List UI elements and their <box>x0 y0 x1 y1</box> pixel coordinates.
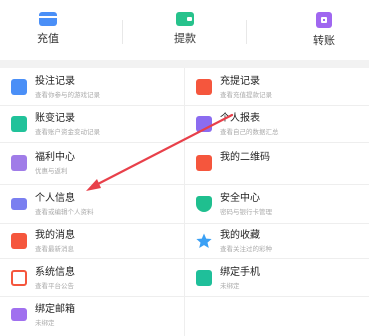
phone-icon <box>196 270 212 286</box>
menu-item-subtitle: 优惠与返利 <box>35 167 68 175</box>
menu-item-title: 个人报表 <box>220 113 260 124</box>
calendar-record-icon <box>196 79 212 95</box>
qrcode-icon <box>196 155 212 171</box>
menu-item-my-qrcode[interactable]: 我的二维码 <box>185 146 369 183</box>
menu-item-subtitle: 查看充值提款记录 <box>220 91 272 99</box>
menu-item-title: 系统信息 <box>35 267 75 278</box>
divider <box>122 20 123 44</box>
recharge-button[interactable]: 充值 <box>18 12 78 46</box>
section-gap <box>0 60 369 68</box>
report-icon <box>196 116 212 132</box>
withdraw-wallet-icon <box>176 12 194 26</box>
transfer-icon <box>316 12 332 28</box>
ledger-icon <box>11 116 27 132</box>
menu-item-bet-record[interactable]: 投注记录 查看你参与的游戏记录 <box>0 70 184 107</box>
menu-item-title: 我的收藏 <box>220 230 260 241</box>
menu-item-system-info[interactable]: 系统信息 查看平台公告 <box>0 261 184 298</box>
bet-record-icon <box>11 79 27 95</box>
system-message-icon <box>11 270 27 286</box>
menu-item-subtitle: 查看或编辑个人资料 <box>35 208 94 216</box>
id-card-icon <box>11 198 27 210</box>
menu-item-title: 充提记录 <box>220 76 260 87</box>
menu-item-welfare-center[interactable]: 福利中心 优惠与返利 <box>0 146 184 183</box>
menu-item-security-center[interactable]: 安全中心 密码与银行卡管理 <box>185 187 369 224</box>
row-divider <box>0 184 369 185</box>
menu-item-title: 我的二维码 <box>220 152 270 163</box>
menu-item-subtitle: 查看自己的数据汇总 <box>220 128 279 136</box>
star-icon <box>196 233 212 249</box>
withdraw-label: 提款 <box>174 32 196 45</box>
mail-icon <box>11 308 27 321</box>
menu-item-title: 安全中心 <box>220 193 260 204</box>
menu-item-my-favorites[interactable]: 我的收藏 查看关注过的彩种 <box>185 224 369 261</box>
menu-item-my-messages[interactable]: 我的消息 查看最新消息 <box>0 224 184 261</box>
menu-item-subtitle: 未绑定 <box>220 282 240 290</box>
menu-item-title: 绑定邮箱 <box>35 304 75 315</box>
transfer-button[interactable]: 转账 <box>294 12 354 48</box>
menu-item-subtitle: 查看平台公告 <box>35 282 74 290</box>
recharge-label: 充值 <box>37 32 59 45</box>
gift-grid-icon <box>11 155 27 171</box>
menu-item-subtitle: 查看关注过的彩种 <box>220 245 272 253</box>
menu-item-bind-email[interactable]: 绑定邮箱 未绑定 <box>0 298 184 335</box>
menu-item-subtitle: 查看你参与的游戏记录 <box>35 91 100 99</box>
menu-item-title: 个人信息 <box>35 193 75 204</box>
shield-plus-icon <box>196 196 212 212</box>
menu-item-subtitle: 密码与银行卡管理 <box>220 208 272 216</box>
menu-item-title: 福利中心 <box>35 152 75 163</box>
menu-item-title: 绑定手机 <box>220 267 260 278</box>
menu-item-subtitle: 查看账户资金变动记录 <box>35 128 100 136</box>
menu-item-title: 我的消息 <box>35 230 75 241</box>
menu-item-deposit-withdraw-record[interactable]: 充提记录 查看充值提款记录 <box>185 70 369 107</box>
menu-item-title: 账变记录 <box>35 113 75 124</box>
message-icon <box>11 233 27 249</box>
divider <box>246 20 247 44</box>
recharge-card-icon <box>39 12 57 26</box>
transfer-label: 转账 <box>313 34 335 47</box>
menu-item-bind-phone[interactable]: 绑定手机 未绑定 <box>185 261 369 298</box>
menu-item-subtitle: 未绑定 <box>35 319 55 327</box>
menu-item-subtitle: 查看最新消息 <box>35 245 74 253</box>
menu-item-title: 投注记录 <box>35 76 75 87</box>
menu-item-personal-report[interactable]: 个人报表 查看自己的数据汇总 <box>185 107 369 144</box>
menu-item-personal-info[interactable]: 个人信息 查看或编辑个人资料 <box>0 187 184 224</box>
top-action-bar: 充值 提款 转账 <box>0 0 369 60</box>
withdraw-button[interactable]: 提款 <box>155 12 215 46</box>
menu-item-account-changes[interactable]: 账变记录 查看账户资金变动记录 <box>0 107 184 144</box>
